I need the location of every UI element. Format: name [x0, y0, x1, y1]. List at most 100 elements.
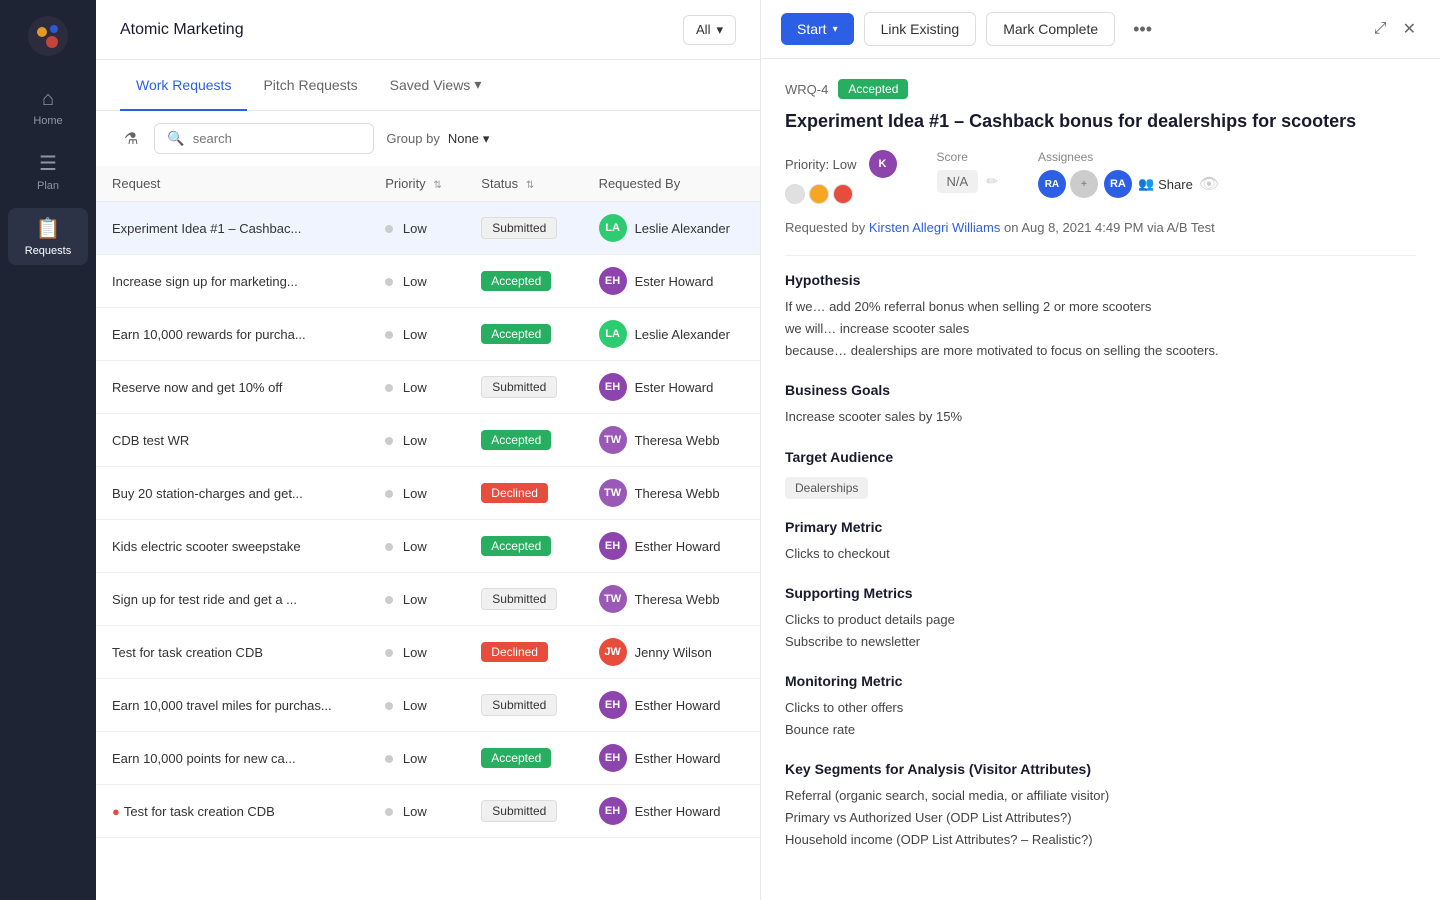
requested-by-cell: EH Esther Howard — [599, 744, 744, 772]
cell-status: Submitted — [465, 202, 582, 255]
cell-request: Experiment Idea #1 – Cashbac... — [96, 202, 369, 255]
cell-requested-by: EH Esther Howard — [583, 520, 760, 573]
priority-dot — [385, 437, 393, 445]
hypothesis-if: If we… add 20% referral bonus when selli… — [785, 296, 1416, 318]
priority-dot — [385, 755, 393, 763]
cell-priority: Low — [369, 573, 465, 626]
error-icon: ● — [112, 804, 120, 819]
table-row[interactable]: Earn 10,000 rewards for purcha... Low Ac… — [96, 308, 760, 361]
search-icon: 🔍 — [167, 130, 184, 147]
cell-requested-by: EH Ester Howard — [583, 255, 760, 308]
priority-value: Low — [403, 804, 427, 819]
table-row[interactable]: Earn 10,000 travel miles for purchas... … — [96, 679, 760, 732]
table-row[interactable]: Kids electric scooter sweepstake Low Acc… — [96, 520, 760, 573]
panel-content: WRQ-4 Accepted Experiment Idea #1 – Cash… — [761, 59, 1440, 900]
table-row[interactable]: Buy 20 station-charges and get... Low De… — [96, 467, 760, 520]
mark-complete-button[interactable]: Mark Complete — [986, 12, 1115, 46]
business-goals-title: Business Goals — [785, 382, 1416, 398]
sort-icon[interactable]: ⇅ — [526, 180, 534, 191]
start-button[interactable]: Start ▾ — [781, 13, 854, 45]
hypothesis-we: we will… increase scooter sales — [785, 318, 1416, 340]
assignee-avatars: RA + — [1038, 170, 1098, 198]
view-button[interactable]: 👁 — [1199, 174, 1219, 194]
avatar: EH — [599, 797, 627, 825]
assignee-large-avatar: RA — [1104, 170, 1132, 198]
cell-requested-by: LA Leslie Alexander — [583, 308, 760, 361]
priority-value: Low — [403, 380, 427, 395]
add-assignee-icon: + — [1081, 179, 1087, 190]
priority-value: Low — [403, 221, 427, 236]
cell-priority: Low — [369, 785, 465, 838]
status-badge: Submitted — [481, 217, 557, 239]
section-business-goals: Business Goals Increase scooter sales by… — [785, 382, 1416, 428]
business-goals-text: Increase scooter sales by 15% — [785, 406, 1416, 428]
supporting-metrics-title: Supporting Metrics — [785, 585, 1416, 601]
requester-name: Esther Howard — [635, 698, 721, 713]
section-hypothesis: Hypothesis If we… add 20% referral bonus… — [785, 272, 1416, 362]
group-by-select[interactable]: None ▾ — [448, 131, 490, 147]
requester-name: Leslie Alexander — [635, 327, 730, 342]
status-badge: Accepted — [481, 271, 551, 291]
table-row[interactable]: Increase sign up for marketing... Low Ac… — [96, 255, 760, 308]
sidebar-item-plan[interactable]: ☰ Plan — [8, 143, 88, 200]
cell-status: Accepted — [465, 732, 582, 785]
sort-icon[interactable]: ⇅ — [433, 180, 441, 191]
page-title: Atomic Marketing — [120, 21, 671, 39]
section-primary-metric: Primary Metric Clicks to checkout — [785, 519, 1416, 565]
chevron-down-icon: ▾ — [474, 76, 481, 93]
filter-dropdown[interactable]: All ▾ — [683, 15, 736, 45]
share-button[interactable]: 👥 Share — [1138, 176, 1193, 192]
priority-row: Priority: Low K — [785, 150, 897, 178]
score-value: N/A — [937, 170, 979, 193]
table-row[interactable]: CDB test WR Low Accepted TW Theresa Webb — [96, 414, 760, 467]
requester-name: Esther Howard — [635, 804, 721, 819]
tab-saved-views[interactable]: Saved Views ▾ — [374, 60, 498, 111]
search-input[interactable] — [193, 131, 362, 146]
section-target-audience: Target Audience Dealerships — [785, 449, 1416, 499]
cell-priority: Low — [369, 202, 465, 255]
priority-circle-1 — [785, 184, 805, 204]
table-row[interactable]: Test for task creation CDB Low Declined … — [96, 626, 760, 679]
avatar: EH — [599, 373, 627, 401]
group-by-label: Group by — [386, 131, 439, 146]
requester-name: Ester Howard — [635, 274, 714, 289]
edit-icon[interactable]: ✏ — [986, 173, 998, 190]
more-options-button[interactable]: ••• — [1125, 15, 1160, 44]
requested-by-cell: JW Jenny Wilson — [599, 638, 744, 666]
panel-score-group: Score N/A ✏ — [937, 150, 998, 193]
filter-icon-button[interactable]: ⚗ — [120, 125, 142, 153]
table-header-row: Request Priority ⇅ Status ⇅ Requested By — [96, 166, 760, 202]
table-row[interactable]: Reserve now and get 10% off Low Submitte… — [96, 361, 760, 414]
priority-circle-3 — [833, 184, 853, 204]
table-row[interactable]: Experiment Idea #1 – Cashbac... Low Subm… — [96, 202, 760, 255]
requester-name: Leslie Alexander — [635, 221, 730, 236]
sidebar-item-requests-label: Requests — [25, 245, 71, 257]
table-row[interactable]: ●Test for task creation CDB Low Submitte… — [96, 785, 760, 838]
link-existing-button[interactable]: Link Existing — [864, 12, 977, 46]
tab-pitch-requests[interactable]: Pitch Requests — [247, 61, 373, 111]
requested-by-link[interactable]: Kirsten Allegri Williams — [869, 220, 1000, 235]
priority-dot — [385, 331, 393, 339]
sidebar-item-requests[interactable]: 📋 Requests — [8, 208, 88, 265]
priority-dot — [385, 649, 393, 657]
requests-table: Request Priority ⇅ Status ⇅ Requested By — [96, 166, 760, 838]
requester-name: Esther Howard — [635, 539, 721, 554]
cell-priority: Low — [369, 520, 465, 573]
priority-value: Low — [403, 645, 427, 660]
sidebar-item-home[interactable]: ⌂ Home — [8, 80, 88, 135]
home-icon: ⌂ — [42, 88, 54, 111]
section-monitoring-metric: Monitoring Metric Clicks to other offers… — [785, 673, 1416, 741]
avatar: TW — [599, 479, 627, 507]
priority-value: Low — [403, 274, 427, 289]
table-row[interactable]: Sign up for test ride and get a ... Low … — [96, 573, 760, 626]
expand-button[interactable]: ⤢ — [1370, 16, 1391, 42]
requests-icon: 📋 — [36, 216, 61, 241]
cell-request: Increase sign up for marketing... — [96, 255, 369, 308]
priority-dot — [385, 278, 393, 286]
tab-work-requests[interactable]: Work Requests — [120, 61, 247, 111]
table-row[interactable]: Earn 10,000 points for new ca... Low Acc… — [96, 732, 760, 785]
app-logo[interactable] — [28, 16, 68, 56]
close-button[interactable]: ✕ — [1399, 15, 1420, 43]
status-badge: Submitted — [481, 588, 557, 610]
hypothesis-title: Hypothesis — [785, 272, 1416, 288]
